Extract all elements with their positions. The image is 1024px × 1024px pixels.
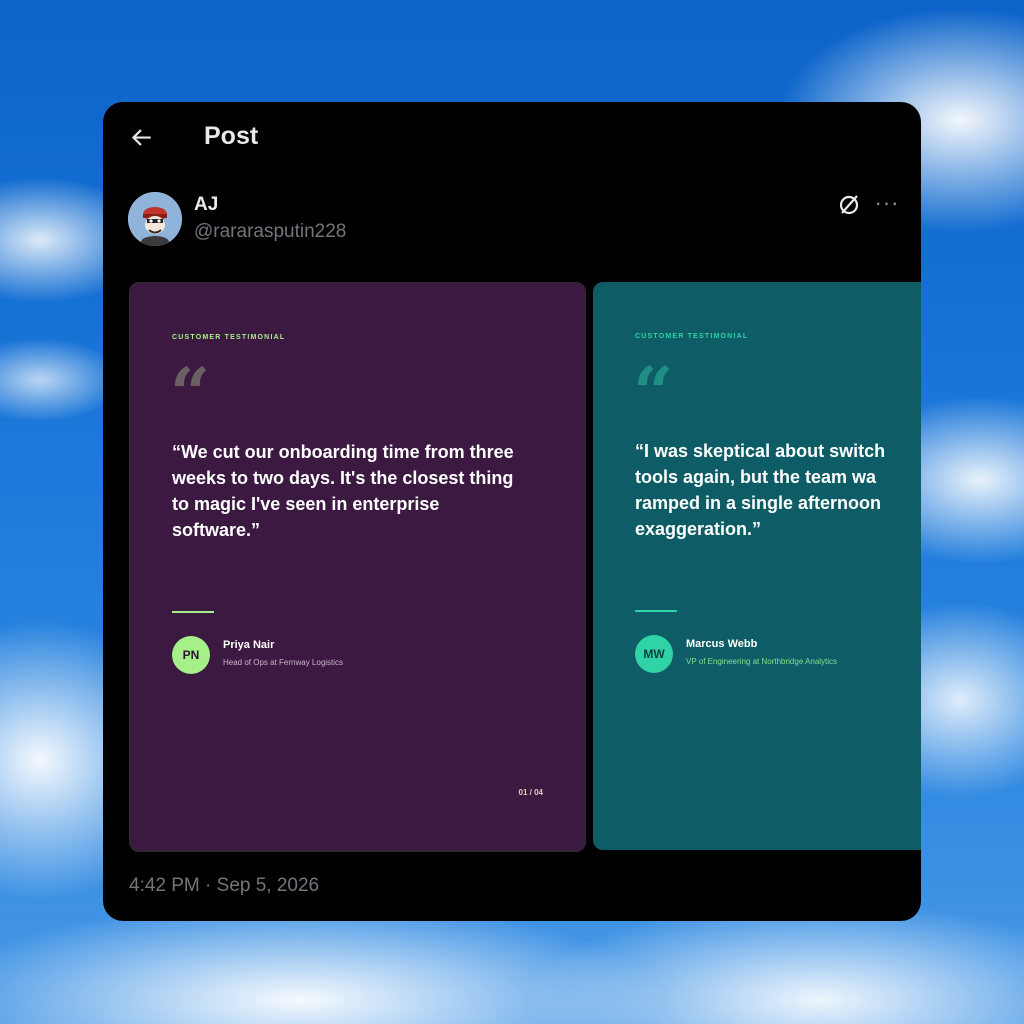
- post-card: Post AJ @rararasputin228 ··· CUSTOMER TE…: [103, 102, 921, 921]
- slide-counter: 01 / 04: [518, 788, 543, 797]
- grok-icon: [839, 195, 859, 215]
- testimonial-quote: “I was skeptical about switch tools agai…: [635, 441, 886, 539]
- person-role: VP of Engineering at Northbridge Analyti…: [686, 657, 838, 666]
- person-name: Marcus Webb: [686, 638, 758, 650]
- quote-mark-icon: “: [170, 352, 211, 435]
- author-name[interactable]: AJ: [194, 194, 218, 216]
- person-name: Priya Nair: [223, 639, 275, 651]
- divider: [635, 610, 677, 612]
- person-role: Head of Ops at Fernway Logistics: [223, 658, 344, 667]
- page-title: Post: [204, 122, 259, 150]
- testimonial-slide-2[interactable]: CUSTOMER TESTIMONIAL “ “I was skeptical …: [593, 282, 921, 850]
- avatar-icon: [128, 192, 182, 246]
- person-initials-avatar: PN: [172, 636, 210, 674]
- avatar[interactable]: [128, 192, 182, 246]
- slide-eyebrow: CUSTOMER TESTIMONIAL: [172, 334, 286, 341]
- slide-eyebrow: CUSTOMER TESTIMONIAL: [635, 333, 749, 340]
- arrow-left-icon: [131, 129, 151, 146]
- divider: [172, 611, 214, 613]
- top-bar: Post: [103, 102, 921, 174]
- post-timestamp[interactable]: 4:42 PM · Sep 5, 2026: [129, 875, 319, 897]
- quote-mark-icon: “: [633, 351, 674, 434]
- grok-button[interactable]: [836, 192, 862, 218]
- testimonial-quote: “We cut our onboarding time from three w…: [172, 442, 514, 540]
- testimonial-slide-1[interactable]: CUSTOMER TESTIMONIAL “ “We cut our onboa…: [129, 282, 586, 852]
- author-handle[interactable]: @rararasputin228: [194, 221, 346, 243]
- person-initials-avatar: MW: [635, 635, 673, 673]
- back-button[interactable]: [129, 124, 155, 150]
- more-options-button[interactable]: ···: [874, 192, 900, 218]
